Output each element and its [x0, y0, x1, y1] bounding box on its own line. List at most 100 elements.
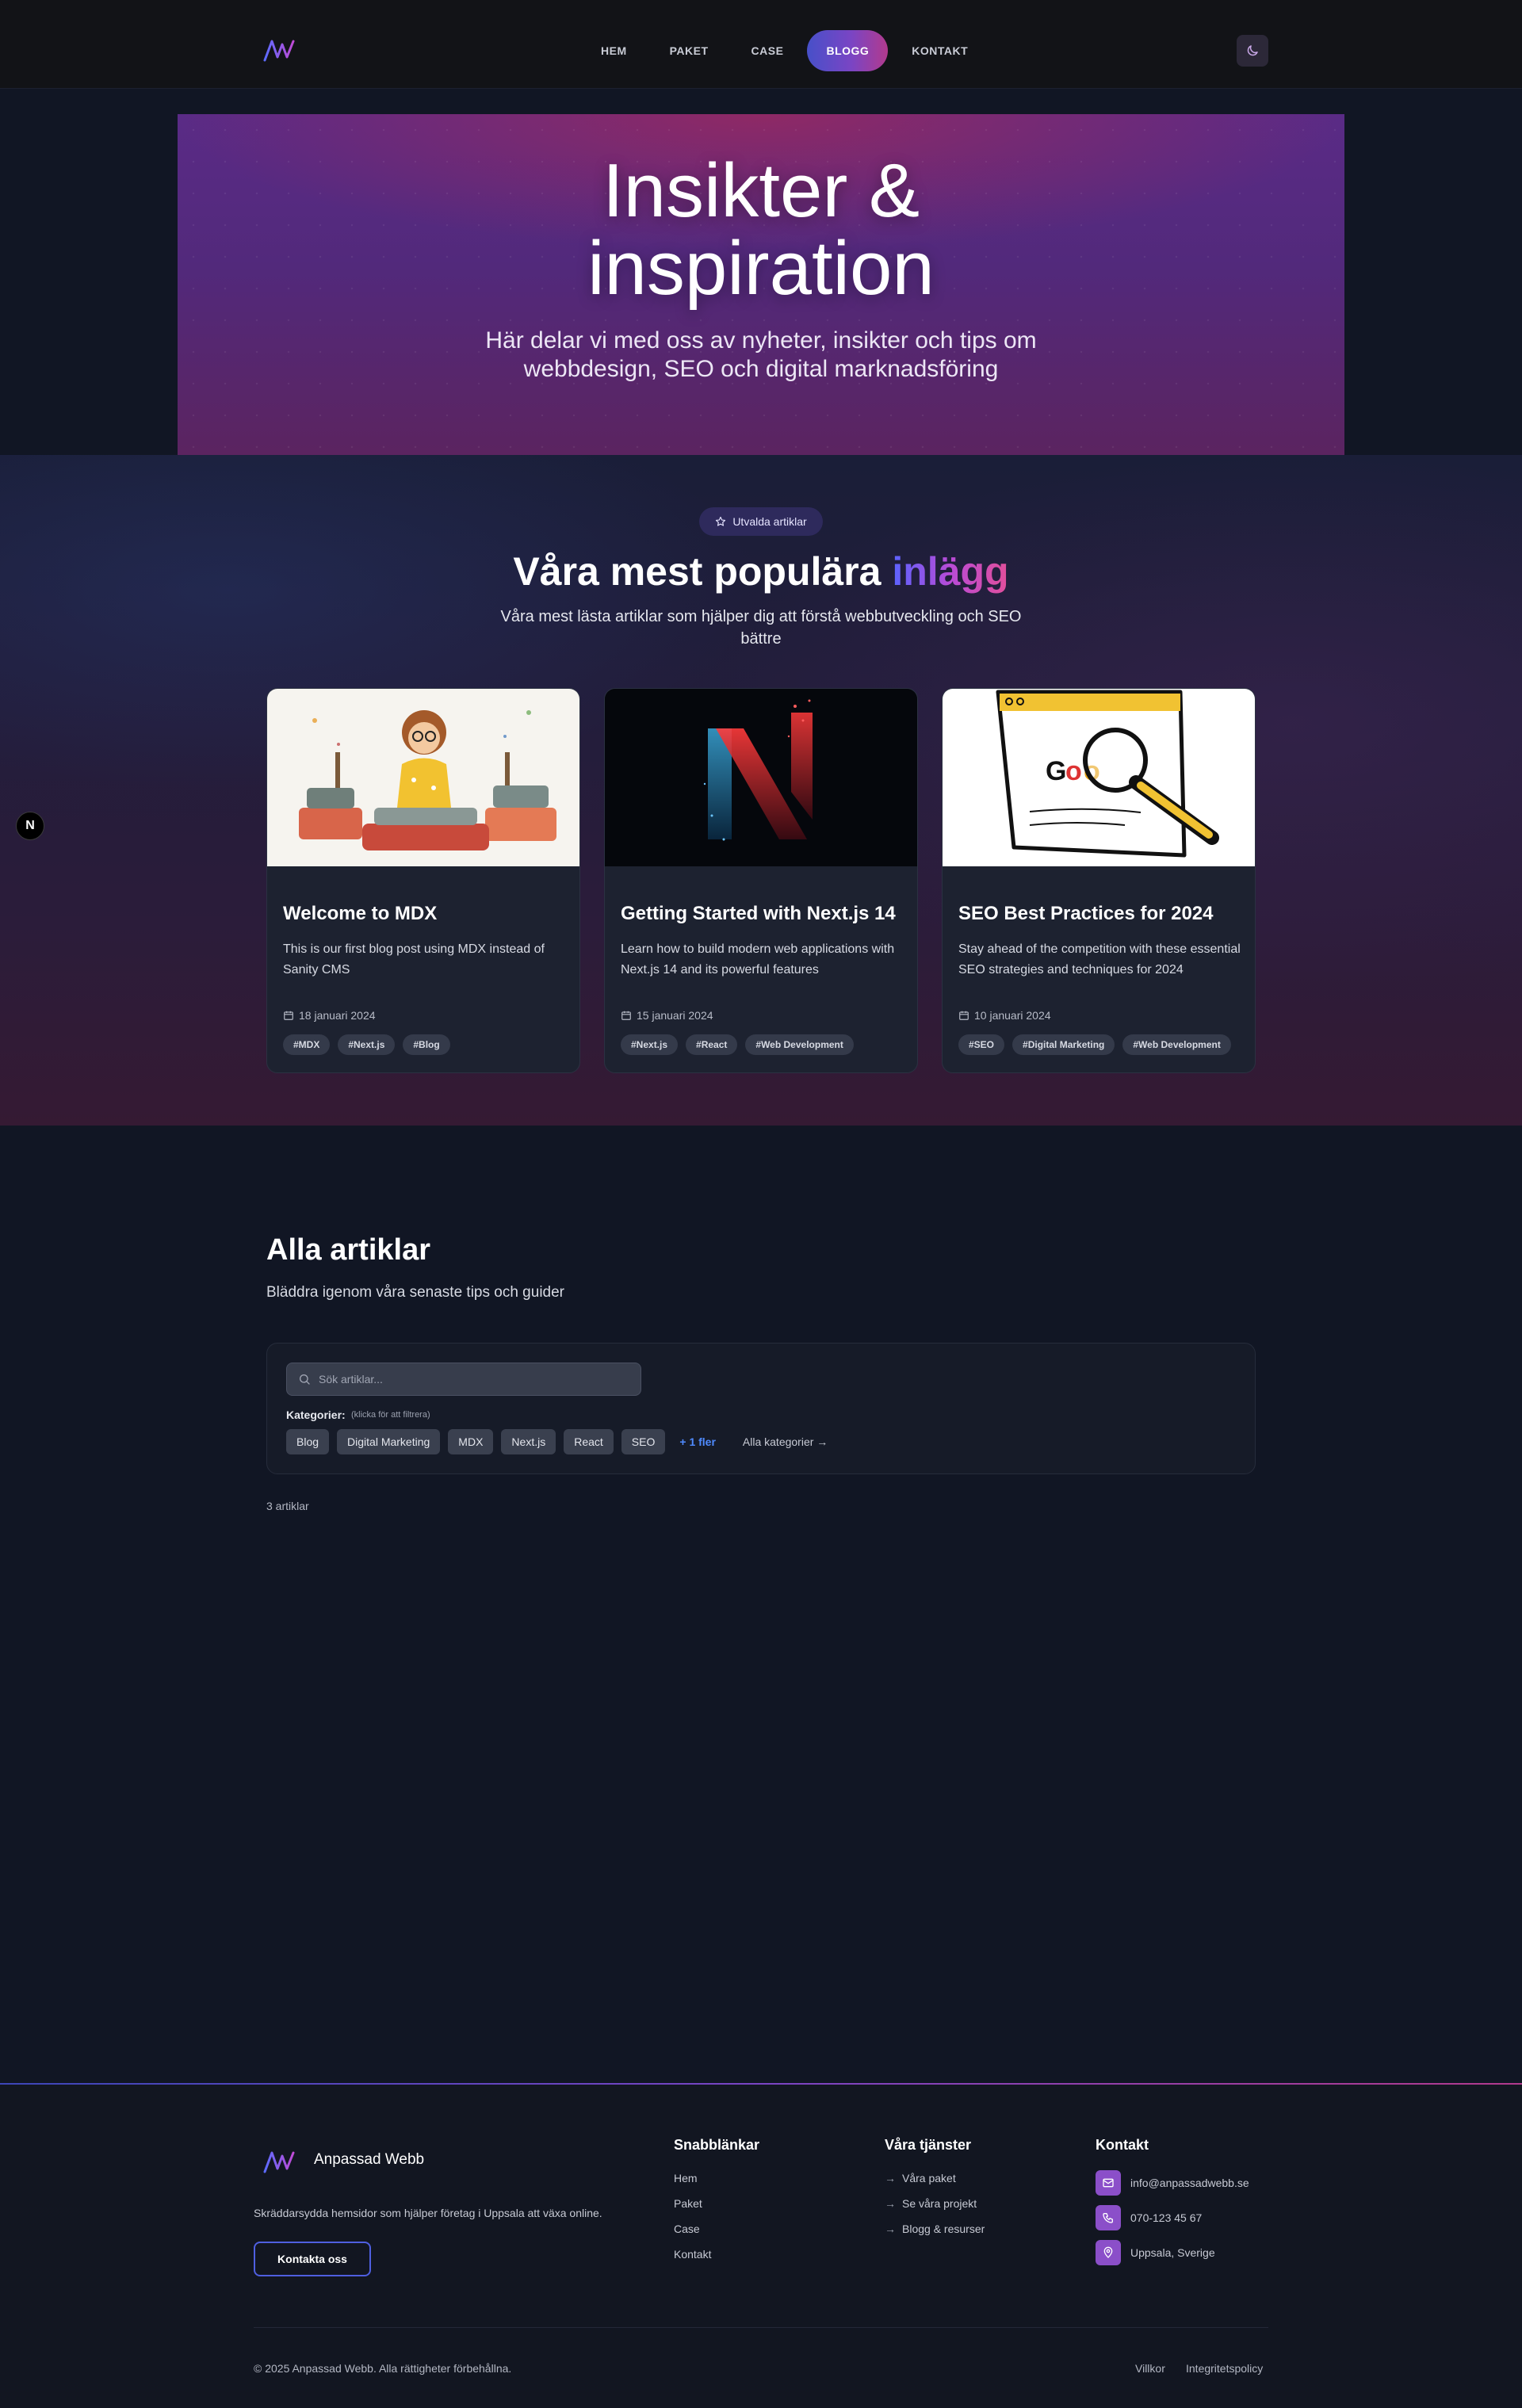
categories-hint: (klicka för att filtrera) [351, 1410, 430, 1420]
contact-location-text: Uppsala, Sverige [1130, 2246, 1215, 2259]
calendar-icon [621, 1011, 631, 1020]
contact-phone[interactable]: 070-123 45 67 [1096, 2205, 1202, 2230]
more-categories-button[interactable]: + 1 fler [679, 1435, 716, 1448]
footer-description: Skräddarsydda hemsidor som hjälper föret… [254, 2207, 602, 2219]
nav-link-blogg[interactable]: BLOGG [807, 30, 889, 71]
copyright: © 2025 Anpassad Webb. Alla rättigheter f… [254, 2362, 512, 2375]
tag[interactable]: #Web Development [1122, 1034, 1231, 1055]
search-box[interactable] [286, 1363, 641, 1396]
footer-link-case[interactable]: Case [674, 2223, 700, 2235]
all-categories-link[interactable]: Alla kategorier → [743, 1435, 828, 1448]
footer-service-projects[interactable]: → Se våra projekt [885, 2197, 977, 2210]
all-articles-subtitle: Bläddra igenom våra senaste tips och gui… [266, 1284, 565, 1301]
hero-subtitle-line1: Här delar vi med oss av nyheter, insikte… [485, 327, 1037, 354]
arrow-right-icon: → [885, 2223, 896, 2235]
contact-email[interactable]: info@anpassadwebb.se [1096, 2170, 1249, 2196]
footer-link-paket[interactable]: Paket [674, 2197, 702, 2210]
footer-link-kontakt[interactable]: Kontakt [674, 2248, 711, 2261]
top-navigation: HEM PAKET CASE BLOGG KONTAKT [0, 0, 1522, 89]
arrow-right-icon: → [885, 2172, 896, 2184]
search-icon [300, 1374, 310, 1385]
nav-link-hem[interactable]: HEM [582, 30, 646, 71]
card-description: Learn how to build modern web applicatio… [621, 942, 895, 977]
popular-subtitle: Våra mest lästa artiklar som hjälper dig… [500, 608, 1022, 648]
card-image-search-illustration: G o o [943, 689, 1255, 866]
contact-phone-text: 070-123 45 67 [1130, 2211, 1203, 2224]
contact-us-button[interactable]: Kontakta oss [254, 2242, 371, 2276]
hero-subtitle-line2: webbdesign, SEO och digital marknadsföri… [523, 356, 999, 382]
tag[interactable]: #Next.js [338, 1034, 396, 1055]
card-title: Getting Started with Next.js 14 [621, 903, 896, 924]
nav-link-kontakt[interactable]: KONTAKT [893, 30, 987, 71]
theme-toggle-button[interactable] [1237, 35, 1268, 67]
phone-icon [1096, 2205, 1121, 2230]
moon-icon [1247, 45, 1258, 56]
category-chip-digital-marketing[interactable]: Digital Marketing [337, 1429, 441, 1454]
featured-badge: Utvalda artiklar [699, 507, 823, 536]
categories-label: Kategorier: [286, 1408, 346, 1421]
footer-brand: Anpassad Webb [314, 2151, 425, 2168]
logo[interactable] [263, 36, 295, 65]
footer-service-label: Se våra projekt [902, 2197, 977, 2210]
footer-service-blog[interactable]: → Blogg & resurser [885, 2223, 985, 2235]
card-date-text: 10 januari 2024 [974, 1009, 1051, 1022]
card-tags: #Next.js #React #Web Development [621, 1034, 854, 1055]
nav-link-paket[interactable]: PAKET [651, 30, 728, 71]
article-card-nextjs[interactable]: Getting Started with Next.js 14 Learn ho… [604, 688, 918, 1073]
tag[interactable]: #Digital Marketing [1012, 1034, 1115, 1055]
card-image-nextjs-logo [605, 689, 917, 866]
tag[interactable]: #Blog [403, 1034, 450, 1055]
hero-banner: Insikter & inspiration Här delar vi med … [178, 114, 1344, 455]
popular-title-main: Våra mest populära [513, 549, 893, 594]
quick-links-title: Snabblänkar [674, 2137, 760, 2153]
card-title: SEO Best Practices for 2024 [958, 903, 1214, 924]
popular-title-accent: inlägg [892, 549, 1009, 594]
search-input[interactable] [319, 1373, 620, 1386]
hero-title-line1: Insikter & [602, 148, 920, 233]
card-date: 15 januari 2024 [621, 1009, 713, 1022]
footer-link-hem[interactable]: Hem [674, 2172, 698, 2184]
category-chip-blog[interactable]: Blog [286, 1429, 330, 1454]
privacy-link[interactable]: Integritetspolicy [1186, 2362, 1263, 2375]
category-chip-seo[interactable]: SEO [621, 1429, 666, 1454]
svg-text:o: o [1065, 756, 1082, 786]
tag[interactable]: #React [686, 1034, 738, 1055]
all-articles-title: Alla artiklar [266, 1233, 430, 1267]
category-chip-mdx[interactable]: MDX [448, 1429, 494, 1454]
card-date: 18 januari 2024 [283, 1009, 376, 1022]
featured-badge-label: Utvalda artiklar [732, 515, 807, 528]
card-tags: #MDX #Next.js #Blog [283, 1034, 450, 1055]
contact-location: Uppsala, Sverige [1096, 2240, 1215, 2265]
category-chip-nextjs[interactable]: Next.js [501, 1429, 556, 1454]
card-image-kitchen-illustration [267, 689, 579, 866]
card-title: Welcome to MDX [283, 903, 438, 924]
card-date: 10 januari 2024 [958, 1009, 1051, 1022]
contact-title: Kontakt [1096, 2137, 1149, 2153]
nextjs-dev-badge[interactable]: N [16, 812, 44, 840]
footer-service-packages[interactable]: → Våra paket [885, 2172, 956, 2184]
article-count: 3 artiklar [266, 1500, 309, 1512]
footer-service-label: Våra paket [902, 2172, 956, 2184]
star-icon [716, 516, 726, 526]
tag[interactable]: #SEO [958, 1034, 1005, 1055]
hero-subtitle: Här delar vi med oss av nyheter, insikte… [178, 327, 1344, 384]
card-description: Stay ahead of the competition with these… [958, 942, 1241, 977]
card-date-text: 15 januari 2024 [637, 1009, 713, 1022]
nav-link-case[interactable]: CASE [732, 30, 803, 71]
svg-text:G: G [1046, 756, 1066, 786]
footer-logo[interactable] [263, 2148, 295, 2177]
terms-link[interactable]: Villkor [1135, 2362, 1165, 2375]
tag[interactable]: #MDX [283, 1034, 331, 1055]
tag[interactable]: #Web Development [745, 1034, 854, 1055]
article-card-mdx[interactable]: Welcome to MDX This is our first blog po… [266, 688, 580, 1073]
hero-title: Insikter & inspiration [178, 152, 1344, 308]
tag[interactable]: #Next.js [621, 1034, 679, 1055]
article-card-seo[interactable]: G o o SEO Best Practices for 2024 Stay a… [942, 688, 1256, 1073]
calendar-icon [959, 1011, 969, 1020]
calendar-icon [284, 1011, 293, 1020]
category-chip-react[interactable]: React [564, 1429, 614, 1454]
footer-service-label: Blogg & resurser [902, 2223, 985, 2235]
popular-title: Våra mest populära inlägg [0, 548, 1522, 594]
card-tags: #SEO #Digital Marketing #Web Development [958, 1034, 1231, 1055]
services-title: Våra tjänster [885, 2137, 972, 2153]
